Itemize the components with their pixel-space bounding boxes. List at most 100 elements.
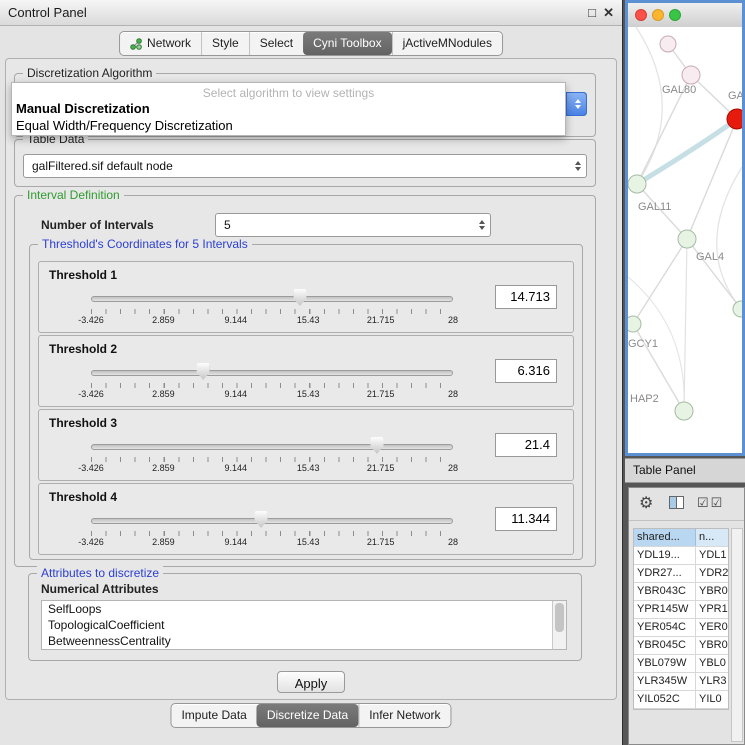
slider-track[interactable] — [91, 518, 453, 524]
slider-ticks — [91, 383, 453, 388]
slider-track[interactable] — [91, 296, 453, 302]
tab-infer-network[interactable]: Infer Network — [358, 704, 450, 727]
network-graph[interactable]: GAL80 GA GAL11 GAL4 GCY1 HAP2 — [628, 27, 742, 453]
slider-ticks — [91, 457, 453, 462]
network-node-hap2[interactable] — [675, 402, 693, 420]
column-header-name[interactable]: n... — [696, 529, 728, 546]
tab-style[interactable]: Style — [201, 32, 249, 55]
network-icon — [130, 38, 142, 50]
axis-label: 2.859 — [152, 315, 175, 325]
attributes-list[interactable]: SelfLoops TopologicalCoefficient Between… — [41, 600, 567, 650]
gear-icon[interactable]: ⚙ — [639, 493, 653, 513]
group-title: Interval Definition — [23, 188, 124, 202]
title-bar[interactable]: Control Panel □ ✕ — [0, 0, 622, 26]
slider-thumb[interactable] — [255, 511, 268, 528]
table-panel-header[interactable]: Table Panel — [625, 458, 745, 483]
number-of-intervals-combobox[interactable]: 5 — [215, 213, 491, 237]
interval-definition-group: Interval Definition Number of Intervals … — [14, 195, 596, 567]
network-node-gal4[interactable] — [678, 230, 696, 248]
threshold-1-slider[interactable] — [91, 289, 453, 307]
table-row[interactable]: YBR045CYBR0 — [634, 637, 728, 655]
list-scrollbar[interactable] — [552, 601, 566, 649]
tab-network[interactable]: Network — [120, 32, 201, 55]
table-row[interactable]: YLR345WYLR3 — [634, 673, 728, 691]
table-row[interactable]: YBR043CYBR0 — [634, 583, 728, 601]
threshold-4-value-field[interactable]: 11.344 — [495, 507, 557, 531]
list-item[interactable]: SelfLoops — [42, 601, 566, 617]
close-traffic-light-icon[interactable] — [635, 9, 647, 21]
dropdown-option-equal-width-frequency[interactable]: Equal Width/Frequency Discretization — [12, 117, 565, 134]
checkbox-icons[interactable]: ☑☑ — [697, 495, 724, 511]
list-item[interactable]: TopologicalCoefficient — [42, 617, 566, 633]
table-row[interactable]: YER054CYER0 — [634, 619, 728, 637]
up-arrow-icon — [575, 161, 581, 165]
slider-thumb[interactable] — [370, 437, 383, 454]
tab-discretize-data[interactable]: Discretize Data — [257, 704, 358, 727]
down-arrow-icon — [575, 167, 581, 171]
tab-jactivemnodules[interactable]: jActiveMNodules — [392, 32, 502, 55]
node-label: HAP2 — [630, 393, 659, 405]
group-title: Threshold's Coordinates for 5 Intervals — [38, 237, 252, 251]
axis-label: 9.144 — [225, 463, 248, 473]
threshold-4-slider[interactable] — [91, 511, 453, 529]
up-arrow-icon — [479, 220, 485, 224]
down-arrow-icon — [479, 226, 485, 230]
apply-button[interactable]: Apply — [277, 671, 345, 693]
node-label: GCY1 — [628, 338, 658, 350]
slider-track[interactable] — [91, 370, 453, 376]
network-node[interactable] — [660, 36, 676, 52]
zoom-traffic-light-icon[interactable] — [669, 9, 681, 21]
cyni-toolbox-panel: Discretization Algorithm Select algorith… — [5, 58, 617, 700]
slider-track[interactable] — [91, 444, 453, 450]
network-canvas[interactable]: GAL80 GA GAL11 GAL4 GCY1 HAP2 — [628, 27, 742, 453]
float-window-icon[interactable]: □ — [588, 0, 596, 25]
close-icon[interactable]: ✕ — [603, 0, 614, 25]
dropdown-option-manual-discretization[interactable]: Manual Discretization — [12, 100, 565, 117]
highlighted-edge[interactable] — [637, 119, 737, 184]
slider-axis-labels: -3.426 2.859 9.144 15.43 21.715 28 — [91, 463, 453, 474]
tab-label: Impute Data — [181, 704, 246, 727]
slider-thumb[interactable] — [197, 363, 210, 380]
columns-icon[interactable] — [669, 496, 684, 512]
scrollbar-thumb[interactable] — [555, 603, 564, 632]
table-row[interactable]: YDR27...YDR2 — [634, 565, 728, 583]
threshold-2-slider[interactable] — [91, 363, 453, 381]
threshold-1-value-field[interactable]: 14.713 — [495, 285, 557, 309]
network-window-titlebar[interactable] — [628, 3, 742, 28]
table-row[interactable]: YBL079WYBL0 — [634, 655, 728, 673]
threshold-1-panel: Threshold 1 -3.426 2.859 9.144 15.43 21.… — [38, 261, 574, 333]
selected-network-node[interactable] — [727, 109, 742, 129]
combobox-stepper[interactable] — [566, 92, 587, 116]
table-scrollbar[interactable] — [731, 528, 743, 742]
table-row[interactable]: YDL19...YDL1 — [634, 547, 728, 565]
table-data-combobox[interactable]: galFiltered.sif default node — [23, 154, 587, 178]
table-row[interactable]: YIL052CYIL0 — [634, 691, 728, 709]
tab-select[interactable]: Select — [249, 32, 303, 55]
tab-cyni-toolbox[interactable]: Cyni Toolbox — [303, 32, 391, 55]
axis-label: 15.43 — [297, 537, 320, 547]
slider-thumb[interactable] — [293, 289, 306, 306]
threshold-3-value-field[interactable]: 21.4 — [495, 433, 557, 457]
column-header-shared-name[interactable]: shared... — [634, 529, 696, 546]
node-label: GA — [728, 90, 742, 102]
network-node[interactable] — [733, 301, 742, 317]
network-node-gal11[interactable] — [628, 175, 646, 193]
table-panel-title: Table Panel — [625, 459, 745, 482]
network-node-gcy1[interactable] — [628, 316, 641, 332]
axis-label: 21.715 — [367, 315, 395, 325]
list-item[interactable]: BetweennessCentrality — [42, 633, 566, 649]
tab-impute-data[interactable]: Impute Data — [171, 704, 256, 727]
table-row[interactable]: YPR145WYPR1 — [634, 601, 728, 619]
threshold-4-panel: Threshold 4 -3.426 2.859 9.144 15.43 21.… — [38, 483, 574, 555]
slider-axis-labels: -3.426 2.859 9.144 15.43 21.715 28 — [91, 315, 453, 326]
threshold-2-value-field[interactable]: 6.316 — [495, 359, 557, 383]
axis-label: 28 — [448, 463, 458, 473]
axis-label: 9.144 — [225, 537, 248, 547]
tab-label: Network — [147, 32, 191, 55]
minimize-traffic-light-icon[interactable] — [652, 9, 664, 21]
network-view-window: GAL80 GA GAL11 GAL4 GCY1 HAP2 — [625, 0, 745, 456]
axis-label: 21.715 — [367, 537, 395, 547]
network-node-gal80[interactable] — [682, 66, 700, 84]
slider-axis-labels: -3.426 2.859 9.144 15.43 21.715 28 — [91, 389, 453, 400]
threshold-3-slider[interactable] — [91, 437, 453, 455]
